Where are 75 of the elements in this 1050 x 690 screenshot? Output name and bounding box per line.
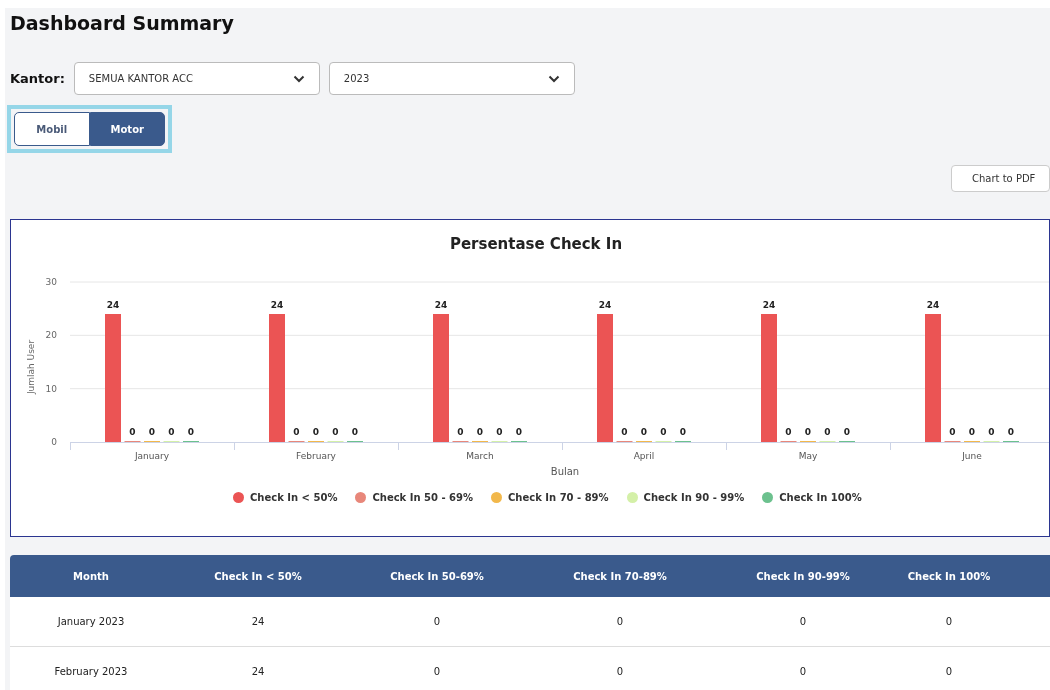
table-cell-text: 0 bbox=[432, 616, 442, 627]
column-header: Check In 100% bbox=[906, 570, 992, 582]
data-label: 0 bbox=[621, 427, 628, 437]
data-label: 0 bbox=[660, 427, 667, 437]
table-cell-text: 0 bbox=[798, 616, 808, 627]
data-label: 24 bbox=[270, 300, 284, 310]
x-axis-title: Bulan bbox=[550, 466, 580, 477]
page-title: Dashboard Summary bbox=[10, 12, 235, 36]
data-label: 24 bbox=[598, 300, 612, 310]
column-header: Check In 70-89% bbox=[572, 570, 668, 582]
data-label: 24 bbox=[106, 300, 120, 310]
axis-category-label: February bbox=[296, 451, 336, 461]
axis-category-label: January bbox=[134, 451, 170, 461]
legend-label: Check In 100% bbox=[779, 492, 862, 503]
chart-title: Persentase Check In bbox=[448, 235, 624, 255]
data-label: 0 bbox=[129, 427, 136, 437]
column-header: Check In 50-69% bbox=[389, 570, 485, 582]
data-label: 0 bbox=[824, 427, 831, 437]
chevron-down-icon bbox=[292, 74, 305, 83]
data-label: 0 bbox=[332, 427, 339, 437]
table-cell-text: 0 bbox=[432, 666, 442, 677]
axis-tick-label: 30 bbox=[45, 277, 57, 287]
data-label: 0 bbox=[187, 427, 195, 437]
table-cell-text: February 2023 bbox=[53, 666, 129, 677]
segment-tab[interactable]: Motor bbox=[89, 112, 165, 146]
data-label: 0 bbox=[312, 427, 320, 437]
table-cell-text: 0 bbox=[944, 616, 954, 627]
data-label: 0 bbox=[949, 427, 956, 437]
data-label: 0 bbox=[351, 427, 359, 437]
chevron-down-icon bbox=[547, 74, 560, 83]
column-header: Month bbox=[72, 570, 110, 582]
data-label: 0 bbox=[804, 427, 812, 437]
data-label: 0 bbox=[148, 427, 156, 437]
data-label: 0 bbox=[843, 427, 851, 437]
data-label: 0 bbox=[496, 427, 503, 437]
table-cell-text: 24 bbox=[250, 616, 266, 627]
table-cell-text: 0 bbox=[798, 666, 808, 677]
segment-tab[interactable]: Mobil bbox=[14, 112, 90, 146]
data-label: 0 bbox=[168, 427, 175, 437]
y-axis-title: Jumlah User bbox=[26, 339, 36, 395]
data-label: 24 bbox=[926, 300, 940, 310]
table-cell-text: January 2023 bbox=[56, 616, 126, 627]
axis-tick-label: 10 bbox=[45, 383, 57, 394]
column-header: Check In 90-99% bbox=[755, 570, 851, 582]
dropdown-select[interactable]: SEMUA KANTOR ACC bbox=[73, 62, 320, 95]
data-label: 0 bbox=[785, 427, 792, 437]
axis-tick-label: 0 bbox=[51, 437, 57, 447]
data-label: 0 bbox=[476, 427, 484, 437]
dropdown-select[interactable]: 2023 bbox=[328, 62, 575, 95]
data-label: 0 bbox=[515, 427, 523, 437]
axis-category-label: April bbox=[633, 451, 655, 461]
axis-category-label: June bbox=[962, 451, 982, 461]
axis-category-label: March bbox=[466, 451, 494, 461]
legend-label: Check In < 50% bbox=[250, 492, 338, 503]
table-cell-text: 0 bbox=[944, 666, 954, 677]
axis-category-label: May bbox=[798, 451, 818, 461]
data-label: 0 bbox=[293, 427, 300, 437]
filter-label: Kantor: bbox=[10, 71, 65, 86]
data-label: 0 bbox=[988, 427, 995, 437]
table-cell-text: 0 bbox=[615, 616, 625, 627]
legend-label: Check In 70 - 89% bbox=[508, 492, 609, 503]
data-label: 0 bbox=[679, 427, 687, 437]
data-label: 0 bbox=[1007, 427, 1015, 437]
data-label: 24 bbox=[762, 300, 776, 310]
table-cell-text: 0 bbox=[615, 666, 625, 677]
axis-tick-label: 20 bbox=[45, 330, 57, 341]
data-label: 0 bbox=[640, 427, 648, 437]
data-label: 0 bbox=[457, 427, 464, 437]
legend-label: Check In 50 - 69% bbox=[372, 492, 473, 503]
data-label: 24 bbox=[434, 300, 448, 310]
table-cell-text: 24 bbox=[250, 666, 266, 677]
column-header: Check In < 50% bbox=[213, 570, 303, 582]
data-label: 0 bbox=[968, 427, 976, 437]
legend-label: Check In 90 - 99% bbox=[643, 492, 745, 503]
export-button[interactable]: Chart to PDF bbox=[951, 165, 1050, 192]
